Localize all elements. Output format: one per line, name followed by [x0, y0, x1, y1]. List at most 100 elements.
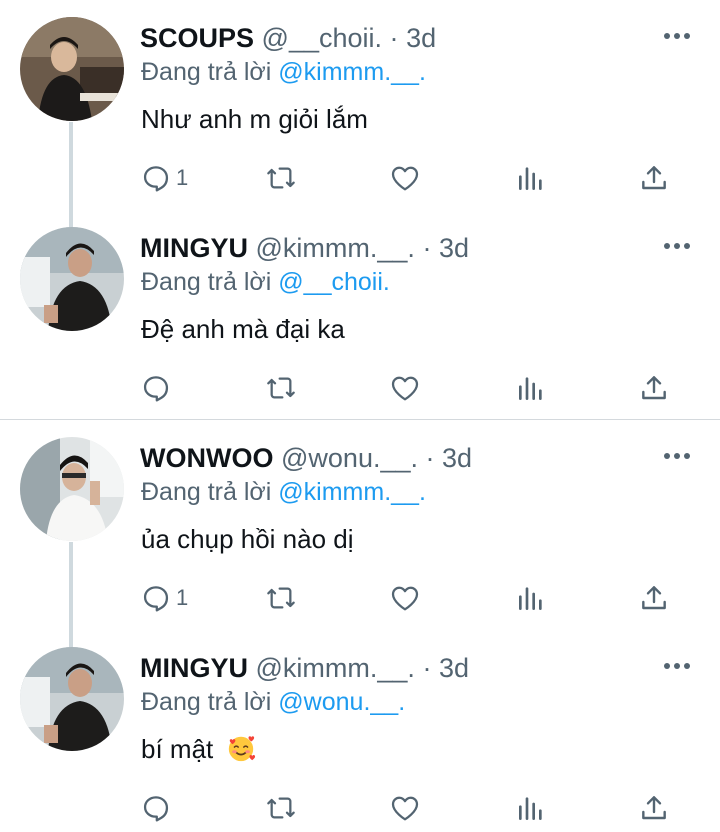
tweet-text: bí mật: [141, 734, 214, 764]
timestamp[interactable]: 3d: [406, 23, 436, 53]
profile-photo-icon: [20, 227, 124, 331]
replying-to: Đang trả lời @kimmm.__.: [141, 56, 426, 88]
retweet-button[interactable]: [265, 788, 297, 828]
replying-to: Đang trả lời @wonu.__.: [141, 686, 405, 718]
display-name[interactable]: SCOUPS: [140, 23, 254, 53]
more-options-icon[interactable]: [664, 31, 692, 41]
action-bar: [0, 788, 720, 828]
more-options-icon[interactable]: [664, 241, 692, 251]
display-name[interactable]: MINGYU: [140, 653, 248, 683]
reply-count: 1: [176, 585, 189, 610]
reply-icon: [143, 166, 169, 192]
replying-to-label: Đang trả lời: [141, 58, 272, 86]
retweet-icon: [267, 377, 295, 399]
views-button[interactable]: [515, 578, 547, 618]
action-bar: 1: [0, 158, 720, 198]
views-button[interactable]: [515, 158, 547, 198]
mention-link[interactable]: @__choii.: [278, 268, 390, 296]
like-button[interactable]: [389, 158, 421, 198]
mention-link[interactable]: @kimmm.__.: [278, 478, 426, 506]
tweet-text: Đệ anh mà đại ka: [141, 314, 345, 344]
replying-to-label: Đang trả lời: [141, 268, 272, 296]
share-button[interactable]: [638, 158, 670, 198]
more-options-icon[interactable]: [664, 661, 692, 671]
profile-photo-icon: [20, 437, 124, 541]
retweet-button[interactable]: [265, 368, 297, 408]
tweet-header: WONWOO @wonu.__. · 3d: [140, 440, 472, 476]
analytics-icon: [519, 377, 542, 400]
share-icon: [642, 376, 666, 400]
more-options-icon[interactable]: [664, 451, 692, 461]
heart-icon: [391, 166, 419, 191]
reply-icon: [143, 376, 169, 402]
tweet[interactable]: WONWOO @wonu.__. · 3d Đang trả lời @kimm…: [0, 420, 720, 630]
views-button[interactable]: [515, 368, 547, 408]
action-bar: [0, 368, 720, 408]
avatar[interactable]: [20, 437, 124, 541]
share-icon: [642, 796, 666, 820]
mention-link[interactable]: @wonu.__.: [278, 688, 405, 716]
retweet-button[interactable]: [265, 158, 297, 198]
smiling-face-with-hearts-icon: [229, 736, 256, 762]
username[interactable]: @wonu.__.: [281, 443, 418, 473]
tweet[interactable]: MINGYU @kimmm.__. · 3d Đang trả lời @__c…: [0, 210, 720, 420]
tweet-header: SCOUPS @__choii. · 3d: [140, 20, 436, 56]
like-button[interactable]: [389, 578, 421, 618]
avatar[interactable]: [20, 17, 124, 121]
share-button[interactable]: [638, 578, 670, 618]
reply-button[interactable]: 1: [140, 158, 188, 198]
tweet-text-row: bí mật: [141, 731, 256, 767]
reply-icon: [143, 796, 169, 822]
reply-icon: [143, 586, 169, 612]
username[interactable]: @kimmm.__.: [256, 653, 415, 683]
retweet-button[interactable]: [265, 578, 297, 618]
heart-icon: [391, 376, 419, 401]
profile-photo-icon: [20, 17, 124, 121]
analytics-icon: [519, 167, 542, 190]
reply-count: 1: [176, 165, 189, 190]
profile-photo-icon: [20, 647, 124, 751]
tweet[interactable]: MINGYU @kimmm.__. · 3d Đang trả lời @won…: [0, 630, 720, 832]
analytics-icon: [519, 797, 542, 820]
avatar[interactable]: [20, 227, 124, 331]
share-button[interactable]: [638, 788, 670, 828]
retweet-icon: [267, 797, 295, 819]
reply-button[interactable]: [140, 368, 176, 408]
retweet-icon: [267, 587, 295, 609]
timestamp[interactable]: 3d: [439, 653, 469, 683]
separator: ·: [422, 653, 432, 683]
separator: ·: [422, 233, 432, 263]
replying-to: Đang trả lời @kimmm.__.: [141, 476, 426, 508]
username[interactable]: @__choii.: [262, 23, 382, 53]
tweet[interactable]: SCOUPS @__choii. · 3d Đang trả lời @kimm…: [0, 0, 720, 210]
views-button[interactable]: [515, 788, 547, 828]
analytics-icon: [519, 587, 542, 610]
mention-link[interactable]: @kimmm.__.: [278, 58, 426, 86]
timestamp[interactable]: 3d: [442, 443, 472, 473]
share-button[interactable]: [638, 368, 670, 408]
display-name[interactable]: WONWOO: [140, 443, 273, 473]
action-bar: 1: [0, 578, 720, 618]
heart-icon: [391, 586, 419, 611]
like-button[interactable]: [389, 788, 421, 828]
replying-to: Đang trả lời @__choii.: [141, 266, 390, 298]
replying-to-label: Đang trả lời: [141, 688, 272, 716]
retweet-icon: [267, 167, 295, 189]
reply-button[interactable]: [140, 788, 176, 828]
reply-button[interactable]: 1: [140, 578, 188, 618]
heart-icon: [391, 796, 419, 821]
separator: ·: [425, 443, 435, 473]
replying-to-label: Đang trả lời: [141, 478, 272, 506]
like-button[interactable]: [389, 368, 421, 408]
separator: ·: [389, 23, 399, 53]
tweet-text: Như anh m giỏi lắm: [141, 104, 368, 134]
share-icon: [642, 166, 666, 190]
avatar[interactable]: [20, 647, 124, 751]
tweet-text: ủa chụp hồi nào dị: [141, 524, 354, 554]
timestamp[interactable]: 3d: [439, 233, 469, 263]
tweet-header: MINGYU @kimmm.__. · 3d: [140, 650, 469, 686]
display-name[interactable]: MINGYU: [140, 233, 248, 263]
tweet-header: MINGYU @kimmm.__. · 3d: [140, 230, 469, 266]
username[interactable]: @kimmm.__.: [256, 233, 415, 263]
share-icon: [642, 586, 666, 610]
